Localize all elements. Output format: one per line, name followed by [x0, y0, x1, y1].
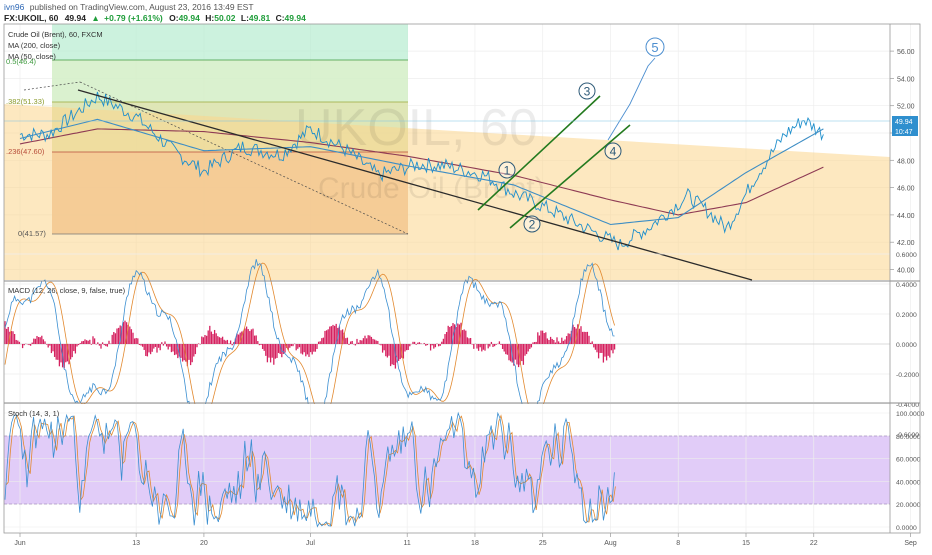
time-axis-label: 13 — [132, 540, 140, 547]
wave-label-1: 1 — [504, 164, 511, 178]
price-axis-label: 40.00 — [897, 268, 915, 275]
open-label: O: — [169, 13, 179, 23]
last-price-value: 49.94 — [895, 119, 913, 126]
wave-marker-2[interactable]: 2 — [523, 215, 541, 233]
price-axis-label: 42.00 — [897, 240, 915, 247]
time-axis-label: Sep — [904, 540, 917, 547]
symbol-label: FX:UKOIL, 60 — [4, 13, 59, 23]
change-value: +0.79 (+1.61%) — [104, 13, 163, 23]
time-axis-label: 11 — [404, 540, 411, 547]
macd-axis-label: 0.4000 — [896, 282, 917, 289]
author-link[interactable]: ivn96 — [4, 2, 25, 12]
stoch-pane[interactable]: Stoch (14, 3, 1) — [4, 404, 932, 532]
low-value: 49.81 — [249, 13, 271, 23]
stoch-axis-label: 40.0000 — [896, 479, 921, 486]
macd-axis-label: 0.2000 — [896, 312, 917, 319]
high-value: 50.02 — [214, 13, 236, 23]
macd-axis-label: 0.6000 — [896, 252, 917, 259]
last-value: 49.94 — [65, 13, 87, 23]
wave-label-4: 4 — [610, 145, 617, 159]
stoch-axis-label: 20.0000 — [896, 502, 921, 509]
price-axis-label: 46.00 — [897, 186, 915, 193]
time-axis-label: Jul — [306, 540, 315, 547]
wave-marker-1[interactable]: 1 — [498, 161, 516, 179]
price-axis-label: 54.00 — [897, 76, 915, 83]
chart-header: ivn96 published on TradingView.com, Augu… — [0, 0, 932, 24]
last-price-tag: 49.94 10:47 — [892, 116, 918, 136]
stoch-axis-label: 0.0000 — [896, 525, 917, 532]
close-label: C: — [276, 13, 285, 23]
time-axis-label: 25 — [539, 540, 547, 547]
price-axis-label: 56.00 — [897, 49, 915, 56]
time-axis-label: 20 — [200, 540, 208, 547]
chart-canvas: ivn96 published on TradingView.com, Augu… — [0, 0, 932, 547]
stoch-title: Stoch (14, 3, 1) — [8, 409, 60, 418]
header-line-1: ivn96 published on TradingView.com, Augu… — [4, 2, 254, 12]
time-axis-label: 8 — [676, 540, 680, 547]
header-line-2: FX:UKOIL, 60 49.94 ▲ +0.79 (+1.61%) O:49… — [4, 13, 306, 23]
macd-title: MACD (12, 26, close, 9, false, true) — [8, 286, 126, 295]
close-value: 49.94 — [285, 13, 307, 23]
wave-label-5: 5 — [651, 40, 658, 55]
open-value: 49.94 — [179, 13, 201, 23]
low-label: L: — [241, 13, 249, 23]
price-axis-label: 48.00 — [897, 158, 915, 165]
time-axis-label: Jun — [14, 540, 25, 547]
countdown-value: 10:47 — [895, 129, 913, 136]
fib-label-0: 0(41.57) — [18, 229, 46, 238]
wave-marker-4[interactable]: 4 — [604, 142, 622, 160]
chart-screenshot: ivn96 published on TradingView.com, Augu… — [0, 0, 932, 550]
publish-info: published on TradingView.com, August 23,… — [30, 2, 254, 12]
time-axis[interactable]: Jun1320Jul111825Aug81522Sep1219 — [14, 533, 932, 547]
price-axis[interactable]: 40.0042.0044.0046.0048.0050.0052.0054.00… — [890, 49, 915, 275]
watermark-symbol: UKOIL, 60 — [295, 99, 538, 157]
up-arrow-icon: ▲ — [91, 13, 99, 23]
price-title: Crude Oil (Brent), 60, FXCM — [8, 30, 103, 39]
price-axis-label: 44.00 — [897, 213, 915, 220]
wave-marker-3[interactable]: 3 — [578, 82, 596, 100]
price-axis-label: 52.00 — [897, 104, 915, 111]
time-axis-label: 22 — [810, 540, 818, 547]
stoch-band — [4, 436, 890, 504]
price-pane[interactable]: 0.5(46.4) .382(51.33) .236(47.60) 0(41.5… — [4, 24, 932, 281]
stoch-axis-label: 60.0000 — [896, 457, 921, 464]
fib-zone-top — [52, 24, 408, 60]
ma200-legend: MA (200, close) — [8, 41, 61, 50]
macd-axis-label: -0.2000 — [896, 372, 919, 379]
high-label: H: — [205, 13, 214, 23]
wave-label-2: 2 — [529, 218, 536, 232]
time-axis-label: Aug — [604, 540, 617, 547]
fib-label-236: .236(47.60) — [6, 147, 45, 156]
ma50-legend: MA (50, close) — [8, 52, 56, 61]
macd-axis-label: 0.0000 — [896, 342, 917, 349]
wave-marker-5[interactable]: 5 — [645, 37, 665, 57]
time-axis-label: 18 — [471, 540, 479, 547]
fib-label-382: .382(51.33) — [6, 97, 45, 106]
stoch-axis-label: 80.0000 — [896, 434, 921, 441]
wave-label-3: 3 — [584, 85, 591, 99]
time-axis-label: 15 — [742, 540, 750, 547]
